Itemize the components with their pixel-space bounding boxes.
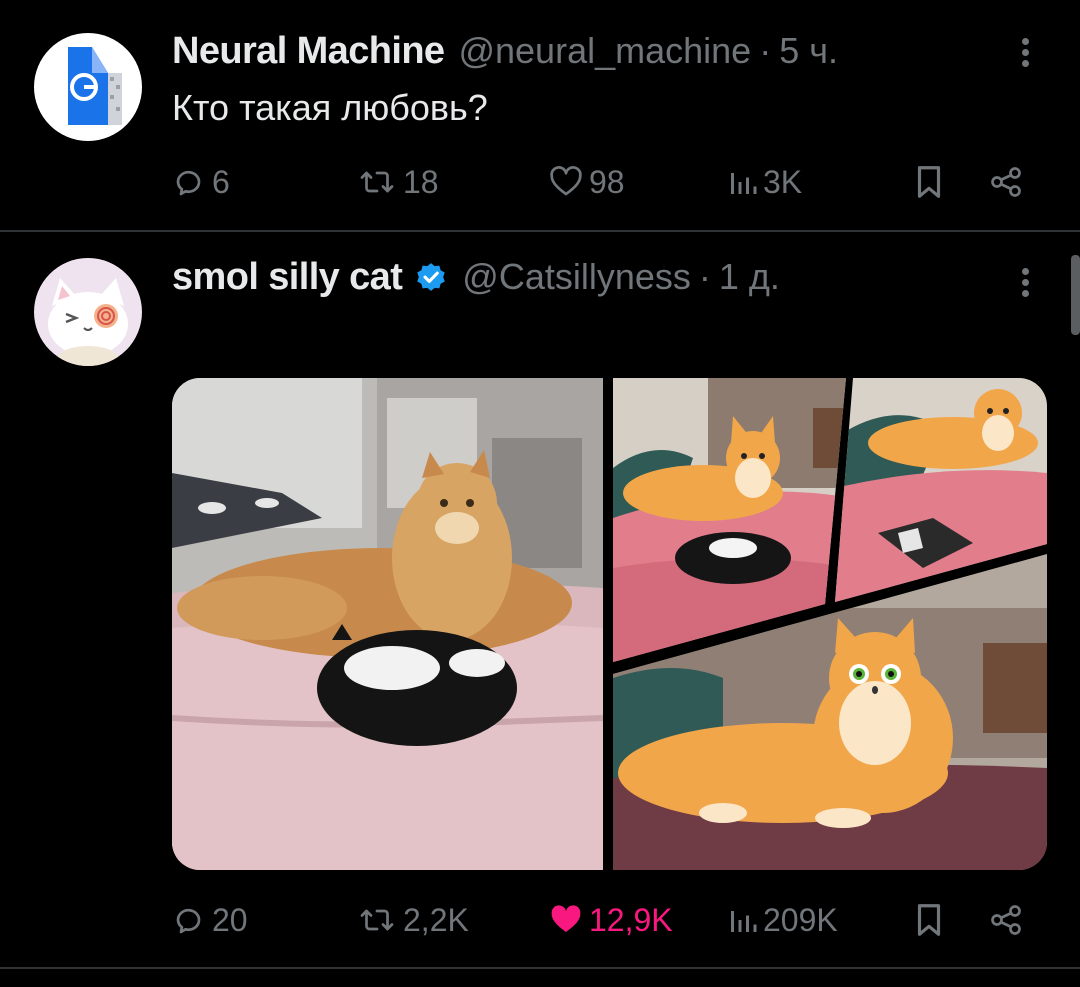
- repost-button[interactable]: 18: [355, 160, 439, 204]
- reply-button[interactable]: 20: [172, 898, 248, 942]
- share-button[interactable]: [987, 898, 1025, 942]
- cat-comic-panels[interactable]: [613, 378, 1047, 870]
- author-handle[interactable]: @neural_machine: [458, 30, 751, 72]
- separator-dot: ·: [759, 30, 772, 71]
- share-icon: [991, 905, 1021, 935]
- author-handle[interactable]: @Catsillyness: [462, 256, 691, 298]
- bookmark-icon: [917, 166, 941, 198]
- repost-count: 2,2K: [403, 901, 469, 938]
- bookmark-icon: [917, 904, 941, 936]
- views-icon: [731, 911, 757, 932]
- author-name[interactable]: Neural Machine: [172, 30, 445, 73]
- views-count: 3K: [763, 163, 803, 200]
- views-button[interactable]: 3K: [727, 160, 802, 204]
- author-name[interactable]: smol silly cat: [172, 256, 403, 299]
- timestamp[interactable]: 1 д.: [719, 256, 780, 298]
- repost-button[interactable]: 2,2K: [355, 898, 469, 942]
- like-button[interactable]: 12,9K: [547, 898, 673, 942]
- like-icon: [551, 905, 581, 932]
- share-icon: [991, 167, 1021, 197]
- reply-count: 20: [212, 901, 248, 938]
- repost-count: 18: [403, 163, 439, 200]
- timestamp[interactable]: 5 ч.: [779, 30, 838, 72]
- cat-video-photo[interactable]: [172, 378, 603, 870]
- tweet-divider: [0, 967, 1080, 969]
- tweet-text: Кто такая любовь?: [172, 87, 488, 128]
- tweet-1[interactable]: Neural Machine @neural_machine · 5 ч. Кт…: [0, 0, 1080, 230]
- reply-button[interactable]: 6: [172, 160, 230, 204]
- tweet-header: smol silly cat @Catsillyness · 1 д.: [172, 256, 780, 300]
- more-icon[interactable]: [1010, 34, 1040, 74]
- like-icon: [550, 166, 582, 196]
- scrollbar-thumb[interactable]: [1071, 255, 1080, 335]
- avatar[interactable]: [34, 33, 142, 141]
- more-icon[interactable]: [1010, 264, 1040, 304]
- like-count: 12,9K: [589, 901, 673, 938]
- reply-icon: [176, 170, 201, 196]
- action-bar: 20 2,2K 12,9K 209K: [172, 898, 1032, 942]
- verified-icon: [417, 263, 446, 291]
- media-grid: [172, 378, 1047, 870]
- avatar[interactable]: [34, 258, 142, 366]
- like-button[interactable]: 98: [547, 160, 625, 204]
- repost-icon: [360, 909, 394, 931]
- views-count: 209K: [763, 901, 838, 938]
- repost-icon: [360, 171, 394, 193]
- action-bar: 6 18 98 3K: [172, 160, 1032, 204]
- bookmark-button[interactable]: [912, 898, 946, 942]
- tweet-header: Neural Machine @neural_machine · 5 ч.: [172, 30, 838, 74]
- views-icon: [731, 173, 757, 194]
- timeline-feed: Neural Machine @neural_machine · 5 ч. Кт…: [0, 0, 1080, 987]
- bookmark-button[interactable]: [912, 160, 946, 204]
- like-count: 98: [589, 163, 625, 200]
- reply-count: 6: [212, 163, 230, 200]
- views-button[interactable]: 209K: [727, 898, 838, 942]
- separator-dot: ·: [698, 256, 711, 297]
- share-button[interactable]: [987, 160, 1025, 204]
- reply-icon: [176, 908, 201, 934]
